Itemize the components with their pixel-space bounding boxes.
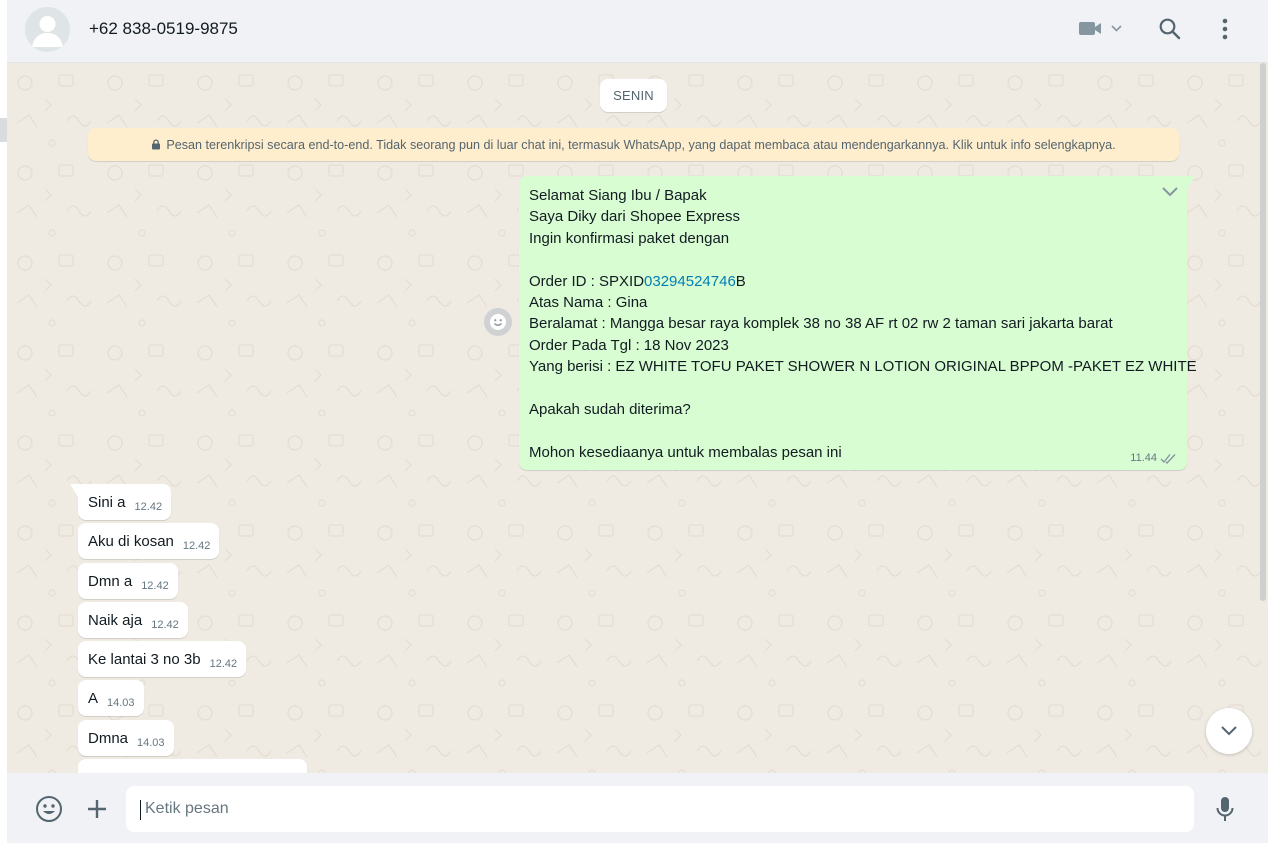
message-text: Ke lantai 3 no 3b [88,650,201,668]
chevron-down-icon [1221,726,1237,736]
outgoing-message-text: Selamat Siang Ibu / Bapak Saya Diky dari… [529,185,1197,463]
attach-button[interactable] [82,794,112,824]
encryption-notice-text: Pesan terenkripsi secara end-to-end. Tid… [166,137,1116,152]
menu-icon [1222,18,1228,40]
encryption-notice[interactable]: Pesan terenkripsi secara end-to-end. Tid… [88,128,1179,161]
message-text: A [88,689,99,707]
message-text: Naik aja [88,611,143,629]
plus-icon [88,800,106,818]
text-caret [140,800,141,820]
chat-header: +62 838-0519-9875 [7,0,1268,63]
order-id-prefix: Order ID : SPXID [529,272,645,290]
message-options-button[interactable] [1160,185,1180,204]
double-check-icon [1160,453,1176,464]
incoming-message-partial[interactable] [78,759,307,773]
strip-notch [0,118,7,142]
incoming-message[interactable]: Ke lantai 3 no 3b 12.42 [78,641,247,677]
message-time: 12.42 [151,619,179,631]
contact-avatar[interactable] [25,7,70,52]
incoming-message[interactable]: Dmna 14.03 [78,720,174,756]
outgoing-message[interactable]: Selamat Siang Ibu / Bapak Saya Diky dari… [519,176,1197,470]
message-time: 14.03 [137,737,165,749]
order-number-link[interactable]: 03294524746 [644,273,736,290]
react-button[interactable] [484,308,512,336]
search-icon [1159,18,1181,40]
scroll-thumb[interactable] [1260,63,1266,601]
incoming-message[interactable]: Dmn a 12.42 [78,563,178,599]
message-line: Beralamat : Mangga besar raya komplek 38… [529,315,1113,333]
message-time: 12.42 [141,580,169,592]
contact-name[interactable]: +62 838-0519-9875 [89,19,238,39]
smiley-react-icon [490,314,506,330]
chat-window: +62 838-0519-9875 SENIN Pesan terenkrips… [7,0,1268,843]
message-line: Order Pada Tgl : 18 Nov 2023 [529,336,729,354]
video-call-icon [1079,22,1122,35]
message-time: 14.03 [107,697,135,709]
message-input[interactable] [126,786,1194,832]
scroll-to-bottom-button[interactable] [1206,708,1252,754]
message-time: 12.42 [134,501,163,513]
default-avatar-icon [25,7,70,52]
outgoing-meta: 11.44 [1130,452,1177,464]
incoming-message[interactable]: Sini a 12.42 [78,484,172,520]
left-strip [0,0,7,843]
search-button[interactable] [1155,14,1185,44]
message-text: Dmna [88,729,129,747]
incoming-message[interactable]: Naik aja 12.42 [78,602,188,638]
chevron-down-icon [1162,187,1178,197]
message-line: Yang berisi : EZ WHITE TOFU PAKET SHOWER… [529,358,1197,376]
chat-scrollbar[interactable] [1260,63,1266,773]
lock-icon [151,139,161,150]
emoji-button[interactable] [34,794,64,824]
incoming-message[interactable]: A 14.03 [78,680,144,716]
message-line: Saya Diky dari Shopee Express [529,208,740,226]
message-line: Ingin konfirmasi paket dengan [529,229,730,247]
message-text: Dmn a [88,572,133,590]
order-id-suffix: B [735,272,746,290]
message-line: Selamat Siang Ibu / Bapak [529,187,707,204]
message-text: Sini a [88,493,126,511]
date-chip: SENIN [600,79,667,112]
microphone-icon [1216,797,1234,821]
message-text: Aku di kosan [88,532,174,550]
message-time: 12.42 [182,540,211,552]
message-line: Mohon kesediaanya untuk membalas pesan i… [529,443,842,461]
incoming-message[interactable]: Aku di kosan 12.42 [78,523,220,559]
voice-message-button[interactable] [1210,794,1240,824]
message-list[interactable]: SENIN Pesan terenkripsi secara end-to-en… [7,63,1268,773]
incoming-bubble-tail [70,484,78,497]
message-line: Atas Nama : Gina [529,294,648,312]
message-line: Apakah sudah diterima? [529,401,691,419]
menu-button[interactable] [1210,14,1240,44]
composer [7,773,1268,843]
video-call-button[interactable] [1076,14,1126,44]
emoji-icon [36,796,62,822]
message-time: 11.44 [1130,452,1157,464]
message-time: 12.42 [209,658,238,670]
